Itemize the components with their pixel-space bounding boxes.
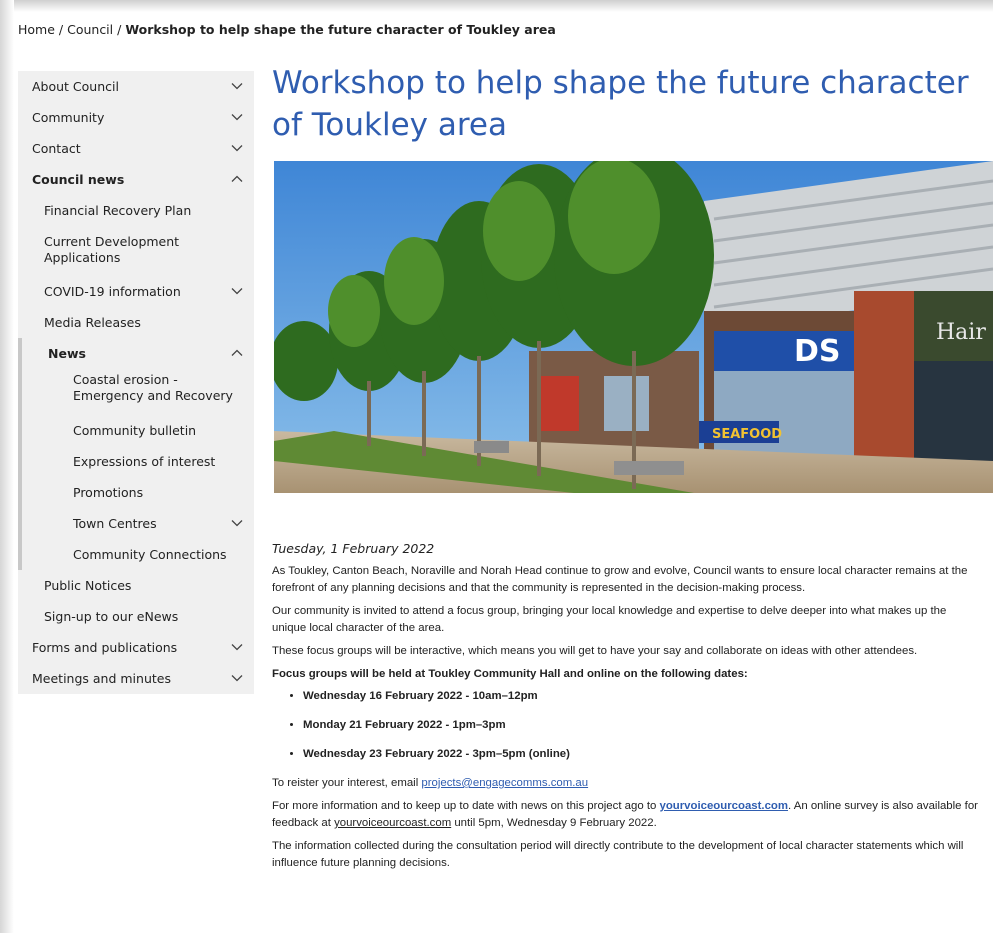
sidebar-item-label: Public Notices	[44, 578, 132, 593]
paragraph: These focus groups will be interactive, …	[272, 645, 918, 657]
chevron-down-icon[interactable]	[230, 640, 244, 654]
chevron-up-icon[interactable]	[230, 346, 244, 360]
yourvoiceourcoast-link[interactable]: yourvoiceourcoast.com	[660, 800, 789, 812]
chevron-down-icon[interactable]	[230, 284, 244, 298]
sidebar-item-contact[interactable]: Contact	[18, 133, 254, 164]
sidebar-item-media-releases[interactable]: Media Releases	[18, 307, 254, 338]
sidebar-item-financial-recovery-plan[interactable]: Financial Recovery Plan	[18, 195, 254, 226]
sidebar-item-label: Promotions	[73, 485, 144, 500]
chevron-up-icon[interactable]	[230, 172, 244, 186]
sidebar-item-label: Financial Recovery Plan	[44, 203, 192, 218]
breadcrumb-home-link[interactable]: Home	[18, 22, 55, 37]
sidebar-item-label: Community	[32, 110, 105, 125]
sidebar-item-current-development-applications[interactable]: Current Development Applications	[18, 226, 254, 276]
list-item: Monday 21 February 2022 - 1pm–3pm	[303, 717, 980, 734]
sidebar-item-meetings-and-minutes[interactable]: Meetings and minutes	[18, 663, 254, 694]
article-body: Tuesday, 1 February 2022 As Toukley, Can…	[272, 540, 980, 878]
sidebar-item-label: Community bulletin	[73, 423, 197, 438]
list-item: Wednesday 16 February 2022 - 10am–12pm	[303, 688, 980, 705]
paragraph: The information collected during the con…	[272, 840, 964, 869]
sidebar-item-label: Sign-up to our eNews	[44, 609, 179, 624]
sidebar-item-town-centres[interactable]: Town Centres	[18, 508, 254, 539]
sidebar-item-promotions[interactable]: Promotions	[18, 477, 254, 508]
register-text: To reister your interest, email	[272, 777, 422, 789]
sidebar-item-forms-and-publications[interactable]: Forms and publications	[18, 632, 254, 663]
window-shadow-left	[0, 0, 14, 933]
sidebar-item-label: News	[48, 346, 86, 361]
dates-list: Wednesday 16 February 2022 - 10am–12pm M…	[272, 688, 980, 763]
breadcrumb-separator: /	[54, 22, 68, 37]
sidebar-nav: About Council Community Contact Council …	[18, 71, 254, 694]
more-info-text: For more information and to keep up to d…	[272, 800, 660, 812]
sidebar-item-sign-up-enews[interactable]: Sign-up to our eNews	[18, 601, 254, 632]
breadcrumb-separator: /	[113, 22, 126, 37]
hair-sign-text: Hair	[936, 320, 986, 345]
sidebar-item-label: Town Centres	[73, 516, 157, 531]
sidebar-item-council-news[interactable]: Council news	[18, 164, 254, 195]
paragraph-more-info: For more information and to keep up to d…	[272, 798, 980, 832]
sidebar-item-label: About Council	[32, 79, 119, 94]
breadcrumb-current: Workshop to help shape the future charac…	[125, 22, 556, 37]
chevron-down-icon[interactable]	[230, 516, 244, 530]
sidebar-item-label: Council news	[32, 172, 125, 187]
chevron-down-icon[interactable]	[230, 79, 244, 93]
paragraph-register: To reister your interest, email projects…	[272, 775, 980, 792]
paragraph-focus-groups-heading: Focus groups will be held at Toukley Com…	[272, 668, 748, 680]
sidebar-item-label: Coastal erosion - Emergency and Recovery	[73, 372, 233, 403]
sidebar-item-community-connections[interactable]: Community Connections	[18, 539, 254, 570]
seafood-sign-text: SEAFOOD	[712, 427, 782, 442]
sidebar-item-public-notices[interactable]: Public Notices	[18, 570, 254, 601]
list-item: Wednesday 23 February 2022 - 3pm–5pm (on…	[303, 746, 980, 763]
window-shadow-top	[0, 0, 993, 12]
hero-image: DS Hair SEAFOOD	[274, 161, 993, 493]
sidebar-item-covid-19-information[interactable]: COVID-19 information	[18, 276, 254, 307]
chevron-down-icon[interactable]	[230, 141, 244, 155]
sidebar-item-label: Current Development Applications	[44, 234, 180, 265]
sidebar-item-community-bulletin[interactable]: Community bulletin	[18, 415, 254, 446]
sidebar-item-news[interactable]: News	[18, 338, 254, 369]
sidebar-item-label: Meetings and minutes	[32, 671, 171, 686]
sidebar-item-label: Expressions of interest	[73, 454, 216, 469]
sidebar-item-community[interactable]: Community	[18, 102, 254, 133]
sidebar-item-expressions-of-interest[interactable]: Expressions of interest	[18, 446, 254, 477]
chevron-down-icon[interactable]	[230, 110, 244, 124]
sidebar-item-label: COVID-19 information	[44, 284, 181, 299]
article-date: Tuesday, 1 February 2022	[272, 541, 435, 556]
sidebar-item-about-council[interactable]: About Council	[18, 71, 254, 102]
paragraph: Our community is invited to attend a foc…	[272, 605, 947, 634]
sidebar-item-label: Forms and publications	[32, 640, 178, 655]
breadcrumb: Home / Council / Workshop to help shape …	[18, 22, 556, 37]
chevron-down-icon[interactable]	[230, 671, 244, 685]
shop-sign-text: DS	[794, 334, 841, 369]
more-info-text: until 5pm, Wednesday 9 February 2022.	[451, 817, 657, 829]
sidebar-item-label: Media Releases	[44, 315, 141, 330]
email-link[interactable]: projects@engagecomms.com.au	[421, 777, 588, 789]
sidebar-item-label: Community Connections	[73, 547, 227, 562]
page-title: Workshop to help shape the future charac…	[272, 65, 969, 143]
sidebar-item-coastal-erosion[interactable]: Coastal erosion - Emergency and Recovery	[18, 369, 254, 415]
sidebar-news-group: News Coastal erosion - Emergency and Rec…	[18, 338, 254, 570]
yourvoiceourcoast-survey-link[interactable]: yourvoiceourcoast.com	[334, 817, 451, 829]
paragraph: As Toukley, Canton Beach, Noraville and …	[272, 565, 968, 594]
sidebar-item-label: Contact	[32, 141, 81, 156]
breadcrumb-council-link[interactable]: Council	[67, 22, 113, 37]
